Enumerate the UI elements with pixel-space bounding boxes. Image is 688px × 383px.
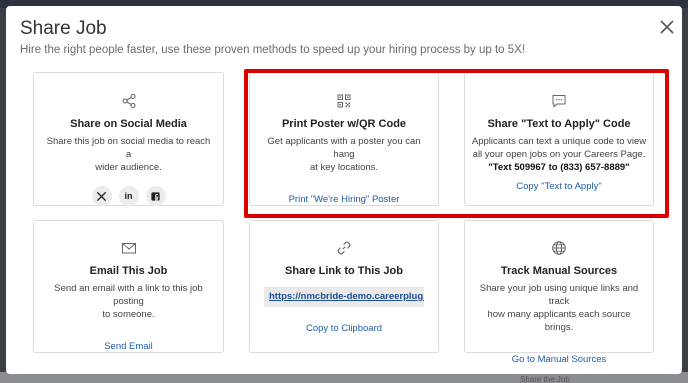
facebook-icon [151,191,160,201]
card-description: Share this job on social media to reach … [34,135,223,174]
card-desc-line: Share your job using unique links and tr… [479,283,639,307]
close-button[interactable] [658,18,676,36]
facebook-button[interactable] [145,186,166,206]
card-title: Track Manual Sources [500,265,618,277]
card-desc-line: how many applicants each source brings. [487,309,631,333]
x-twitter-button[interactable] [91,186,112,206]
card-description: Share your job using unique links and tr… [465,282,653,334]
send-email-link[interactable]: Send Email [104,341,153,352]
card-title: Share Link to This Job [285,265,403,277]
social-buttons: in [34,186,223,206]
card-desc-line: Send an email with a link to this job po… [54,283,203,307]
close-icon [660,20,674,34]
linkedin-icon: in [124,191,133,201]
modal-title: Share Job [20,18,107,39]
share-job-modal: Share Job Hire the right people faster, … [6,6,682,374]
go-to-manual-sources-link[interactable]: Go to Manual Sources [512,354,607,365]
envelope-icon [121,240,137,256]
share-link-card: Share Link to This Job https://nmcbride-… [249,220,439,353]
modal-subtitle: Hire the right people faster, use these … [20,44,526,56]
manual-sources-card: Track Manual Sources Share your job usin… [464,220,654,365]
card-desc-line: Share this job on social media to reach … [46,136,211,160]
card-desc-line: to someone. [102,309,155,320]
x-twitter-icon [96,191,107,201]
globe-icon [551,240,567,256]
linkedin-button[interactable]: in [118,186,139,206]
job-url-field[interactable]: https://nmcbride-demo.careerplug.com/jo [264,287,424,307]
share-social-card: Share on Social Media Share this job on … [33,72,224,206]
card-title: Email This Job [89,265,168,277]
card-description: Send an email with a link to this job po… [34,282,223,321]
background-share-text: Share the Job [520,375,570,383]
highlight-frame [244,69,669,218]
card-title: Share on Social Media [70,118,187,130]
card-desc-line: wider audience. [95,162,162,173]
copy-to-clipboard-link[interactable]: Copy to Clipboard [306,323,382,334]
link-icon [336,240,352,256]
share-icon [121,93,137,109]
email-job-card: Email This Job Send an email with a link… [33,220,224,353]
